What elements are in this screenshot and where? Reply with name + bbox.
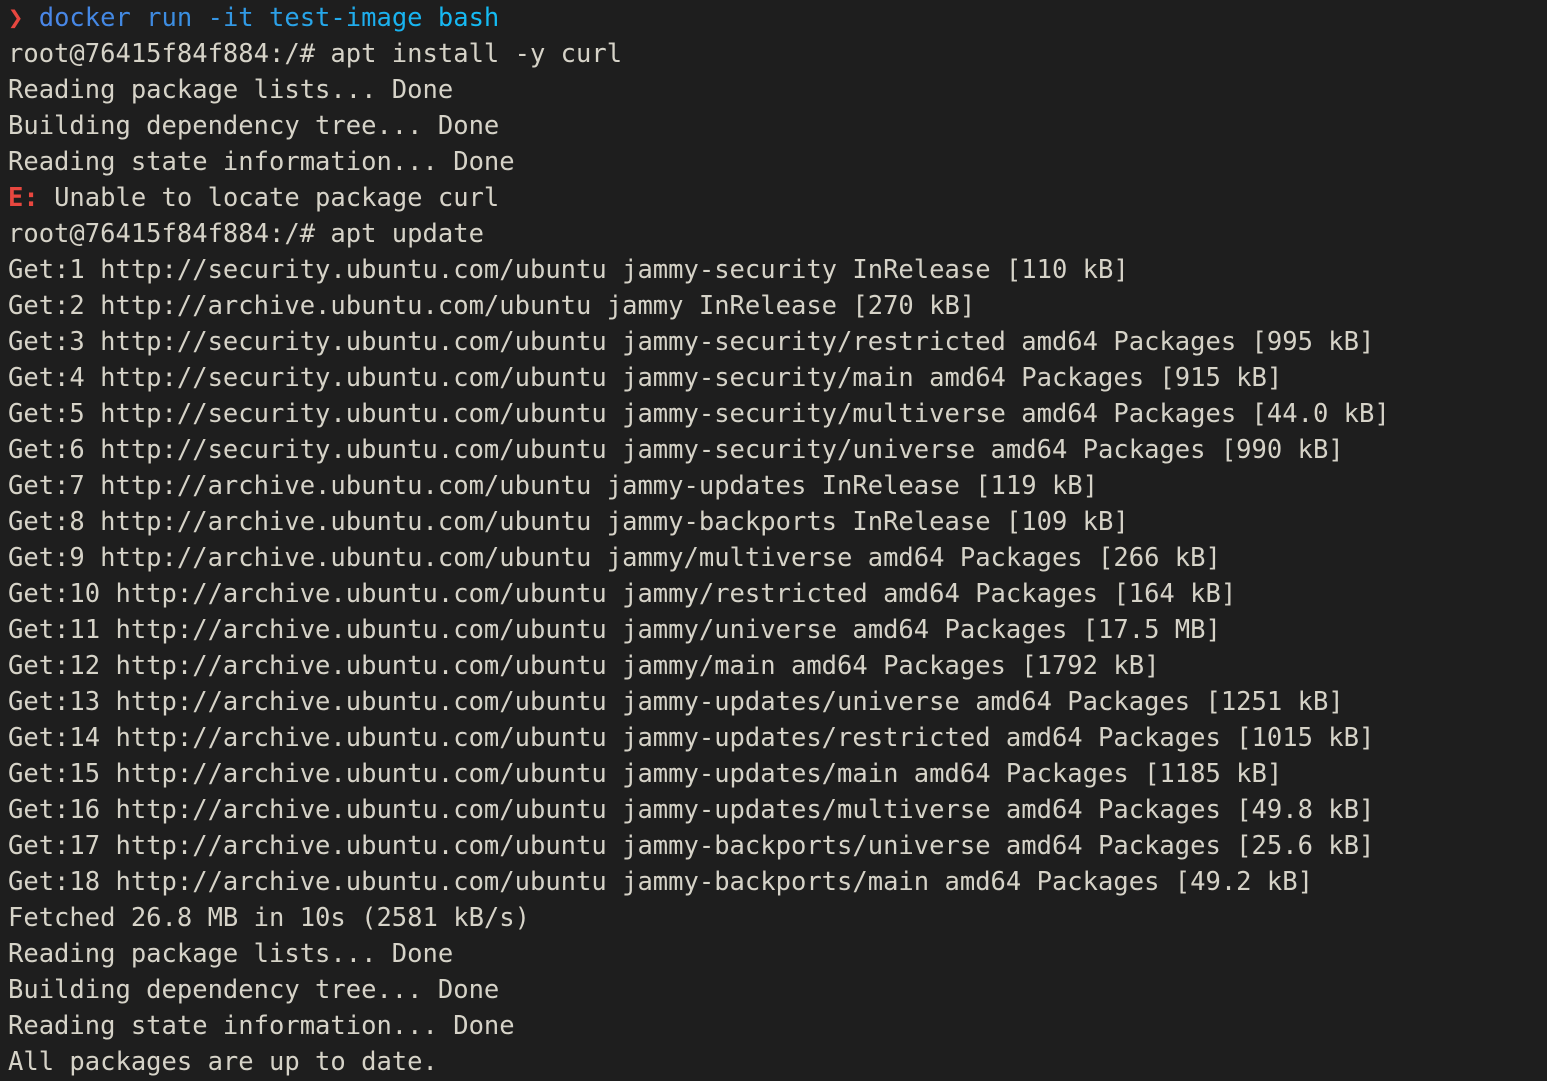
terminal-line: All packages are up to date. — [8, 1044, 1547, 1080]
output-text: Building dependency tree... Done — [8, 975, 500, 1005]
output-text: Get:18 http://archive.ubuntu.com/ubuntu … — [8, 867, 1313, 897]
error-message: Unable to locate package curl — [38, 183, 500, 213]
output-text: Fetched 26.8 MB in 10s (2581 kB/s) — [8, 903, 530, 933]
terminal-line: Get:9 http://archive.ubuntu.com/ubuntu j… — [8, 540, 1547, 576]
terminal-line: Get:11 http://archive.ubuntu.com/ubuntu … — [8, 612, 1547, 648]
prompt-chevron-icon: ❯ — [8, 3, 24, 33]
terminal-line: ❯ docker run -it test-image bash — [8, 0, 1547, 36]
output-text: Get:7 http://archive.ubuntu.com/ubuntu j… — [8, 471, 1099, 501]
terminal-line: Reading state information... Done — [8, 1008, 1547, 1044]
terminal-line: Get:2 http://archive.ubuntu.com/ubuntu j… — [8, 288, 1547, 324]
terminal-line: Reading package lists... Done — [8, 936, 1547, 972]
output-text: Get:15 http://archive.ubuntu.com/ubuntu … — [8, 759, 1283, 789]
terminal-window[interactable]: ❯ docker run -it test-image bash root@764… — [0, 0, 1547, 1081]
output-text: Get:6 http://security.ubuntu.com/ubuntu … — [8, 435, 1344, 465]
terminal-line: Get:4 http://security.ubuntu.com/ubuntu … — [8, 360, 1547, 396]
output-text: Get:10 http://archive.ubuntu.com/ubuntu … — [8, 579, 1237, 609]
terminal-line: root@76415f84f884:/# apt install -y curl — [8, 36, 1547, 72]
output-text: All packages are up to date. — [8, 1047, 438, 1077]
terminal-line: Get:5 http://security.ubuntu.com/ubuntu … — [8, 396, 1547, 432]
container-shell-prompt: root@76415f84f884:/# — [8, 39, 316, 69]
output-text: Get:4 http://security.ubuntu.com/ubuntu … — [8, 363, 1283, 393]
container-shell-prompt: root@76415f84f884:/# — [8, 219, 316, 249]
terminal-output-area[interactable]: ❯ docker run -it test-image bash root@764… — [0, 0, 1547, 1080]
output-text: Reading package lists... Done — [8, 939, 454, 969]
terminal-line: Get:18 http://archive.ubuntu.com/ubuntu … — [8, 864, 1547, 900]
terminal-line: E: Unable to locate package curl — [8, 180, 1547, 216]
output-text: Get:8 http://archive.ubuntu.com/ubuntu j… — [8, 507, 1129, 537]
terminal-line: Fetched 26.8 MB in 10s (2581 kB/s) — [8, 900, 1547, 936]
terminal-line: Building dependency tree... Done — [8, 108, 1547, 144]
output-text: Get:2 http://archive.ubuntu.com/ubuntu j… — [8, 291, 976, 321]
terminal-line: Get:14 http://archive.ubuntu.com/ubuntu … — [8, 720, 1547, 756]
terminal-line: Get:13 http://archive.ubuntu.com/ubuntu … — [8, 684, 1547, 720]
terminal-line: Get:15 http://archive.ubuntu.com/ubuntu … — [8, 756, 1547, 792]
output-text: Get:13 http://archive.ubuntu.com/ubuntu … — [8, 687, 1344, 717]
terminal-line: Get:12 http://archive.ubuntu.com/ubuntu … — [8, 648, 1547, 684]
terminal-line: Reading state information... Done — [8, 144, 1547, 180]
output-text: Get:16 http://archive.ubuntu.com/ubuntu … — [8, 795, 1375, 825]
output-text: Get:3 http://security.ubuntu.com/ubuntu … — [8, 327, 1375, 357]
output-text: Get:5 http://security.ubuntu.com/ubuntu … — [8, 399, 1390, 429]
terminal-line: Get:3 http://security.ubuntu.com/ubuntu … — [8, 324, 1547, 360]
output-text: Get:11 http://archive.ubuntu.com/ubuntu … — [8, 615, 1221, 645]
error-prefix: E: — [8, 183, 39, 213]
output-text: Get:1 http://security.ubuntu.com/ubuntu … — [8, 255, 1129, 285]
shell-command-text: docker run -it test-image bash — [38, 3, 500, 33]
output-text: Reading state information... Done — [8, 1011, 515, 1041]
output-text: Get:9 http://archive.ubuntu.com/ubuntu j… — [8, 543, 1221, 573]
terminal-line: Get:1 http://security.ubuntu.com/ubuntu … — [8, 252, 1547, 288]
prompt-spacer — [23, 3, 38, 33]
output-text: Get:14 http://archive.ubuntu.com/ubuntu … — [8, 723, 1375, 753]
terminal-line: root@76415f84f884:/# apt update — [8, 216, 1547, 252]
shell-command-text: apt install -y curl — [315, 39, 623, 69]
output-text: Get:17 http://archive.ubuntu.com/ubuntu … — [8, 831, 1375, 861]
output-text: Reading package lists... Done — [8, 75, 454, 105]
terminal-line: Get:7 http://archive.ubuntu.com/ubuntu j… — [8, 468, 1547, 504]
output-text: Building dependency tree... Done — [8, 111, 500, 141]
shell-command-text: apt update — [315, 219, 484, 249]
terminal-line: Building dependency tree... Done — [8, 972, 1547, 1008]
output-text: Get:12 http://archive.ubuntu.com/ubuntu … — [8, 651, 1160, 681]
terminal-line: Reading package lists... Done — [8, 72, 1547, 108]
output-text: Reading state information... Done — [8, 147, 515, 177]
terminal-line: Get:16 http://archive.ubuntu.com/ubuntu … — [8, 792, 1547, 828]
terminal-line: Get:6 http://security.ubuntu.com/ubuntu … — [8, 432, 1547, 468]
terminal-line: Get:8 http://archive.ubuntu.com/ubuntu j… — [8, 504, 1547, 540]
terminal-line: Get:17 http://archive.ubuntu.com/ubuntu … — [8, 828, 1547, 864]
terminal-line: Get:10 http://archive.ubuntu.com/ubuntu … — [8, 576, 1547, 612]
